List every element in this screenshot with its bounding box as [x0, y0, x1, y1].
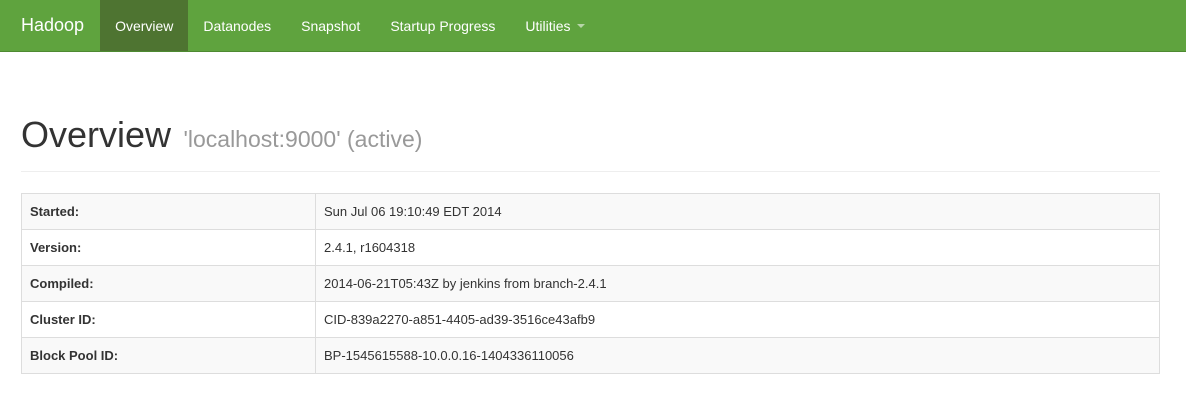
row-key: Block Pool ID: [21, 337, 316, 374]
table-row: Compiled: 2014-06-21T05:43Z by jenkins f… [21, 265, 1160, 302]
table-row: Block Pool ID: BP-1545615588-10.0.0.16-1… [21, 337, 1160, 374]
nav-dropdown-utilities-label: Utilities [525, 17, 571, 34]
table-row: Cluster ID: CID-839a2270-a851-4405-ad39-… [21, 301, 1160, 338]
row-key: Compiled: [21, 265, 316, 302]
top-navbar: Hadoop Overview Datanodes Snapshot Start… [0, 0, 1186, 52]
table-row: Version: 2.4.1, r1604318 [21, 229, 1160, 266]
row-key: Version: [21, 229, 316, 266]
row-value: 2.4.1, r1604318 [315, 229, 1160, 266]
row-key: Cluster ID: [21, 301, 316, 338]
row-value: CID-839a2270-a851-4405-ad39-3516ce43afb9 [315, 301, 1160, 338]
nav-tab-startup-progress[interactable]: Startup Progress [375, 0, 510, 51]
page-header: Overview 'localhost:9000' (active) [21, 110, 1160, 172]
table-row: Started: Sun Jul 06 19:10:49 EDT 2014 [21, 193, 1160, 230]
row-value: BP-1545615588-10.0.0.16-1404336110056 [315, 337, 1160, 374]
page-title: Overview [21, 114, 172, 155]
nav-tab-snapshot[interactable]: Snapshot [286, 0, 375, 51]
nav-dropdown-utilities[interactable]: Utilities [510, 0, 599, 51]
brand-link[interactable]: Hadoop [0, 0, 100, 51]
row-key: Started: [21, 193, 316, 230]
caret-down-icon [576, 23, 585, 28]
nav-tab-overview[interactable]: Overview [100, 0, 189, 51]
nav-tab-datanodes[interactable]: Datanodes [188, 0, 286, 51]
row-value: Sun Jul 06 19:10:49 EDT 2014 [315, 193, 1160, 230]
page-subtitle: 'localhost:9000' (active) [183, 126, 423, 152]
row-value: 2014-06-21T05:43Z by jenkins from branch… [315, 265, 1160, 302]
overview-info-table: Started: Sun Jul 06 19:10:49 EDT 2014 Ve… [21, 193, 1160, 374]
